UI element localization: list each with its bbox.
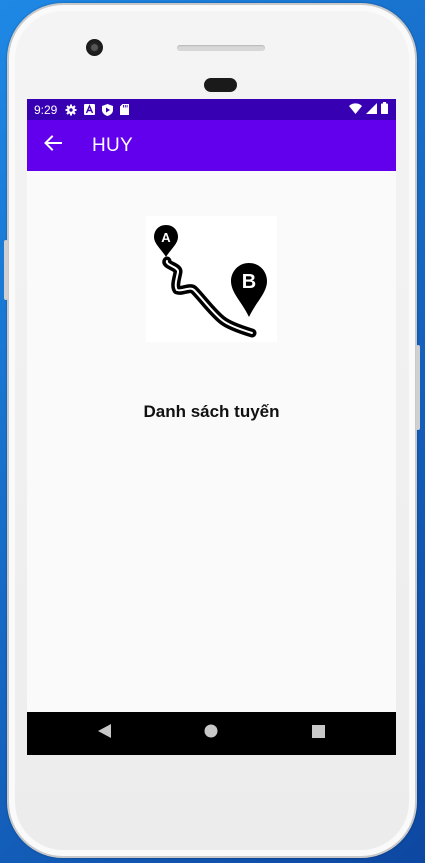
wifi-icon (349, 102, 362, 117)
page-title: HUY (92, 134, 134, 156)
front-camera (86, 39, 103, 56)
signal-icon (366, 102, 377, 117)
volume-button (416, 345, 420, 430)
route-list-label[interactable]: Danh sách tuyến (27, 402, 396, 422)
pin-a-label: A (161, 230, 171, 245)
app-bar: HUY (27, 120, 396, 171)
a-box-icon (84, 104, 96, 116)
arrow-left-icon (44, 135, 62, 156)
shield-icon (102, 103, 114, 116)
status-time: 9:29 (34, 102, 58, 117)
route-image[interactable]: A B (146, 216, 277, 342)
nav-back-button[interactable] (74, 712, 134, 755)
back-triangle-icon (97, 724, 111, 743)
pin-b-label: B (242, 271, 256, 293)
gear-icon (65, 104, 77, 116)
status-right-icons (349, 99, 388, 120)
recents-square-icon (311, 724, 325, 743)
home-circle-icon (204, 724, 218, 743)
power-button (4, 240, 8, 300)
status-bar: 9:29 (27, 99, 396, 120)
nav-recents-button[interactable] (288, 712, 348, 755)
route-a-to-b-icon: A B (154, 225, 267, 338)
nav-home-button[interactable] (181, 712, 241, 755)
battery-icon (381, 102, 388, 117)
navigation-bar (27, 712, 396, 755)
back-button[interactable] (41, 134, 65, 158)
proximity-sensor (204, 78, 237, 92)
earpiece-speaker (177, 45, 265, 51)
device-screen: 9:29 HUY A B Danh sách tuyến (27, 99, 396, 755)
sd-card-icon (120, 104, 130, 116)
